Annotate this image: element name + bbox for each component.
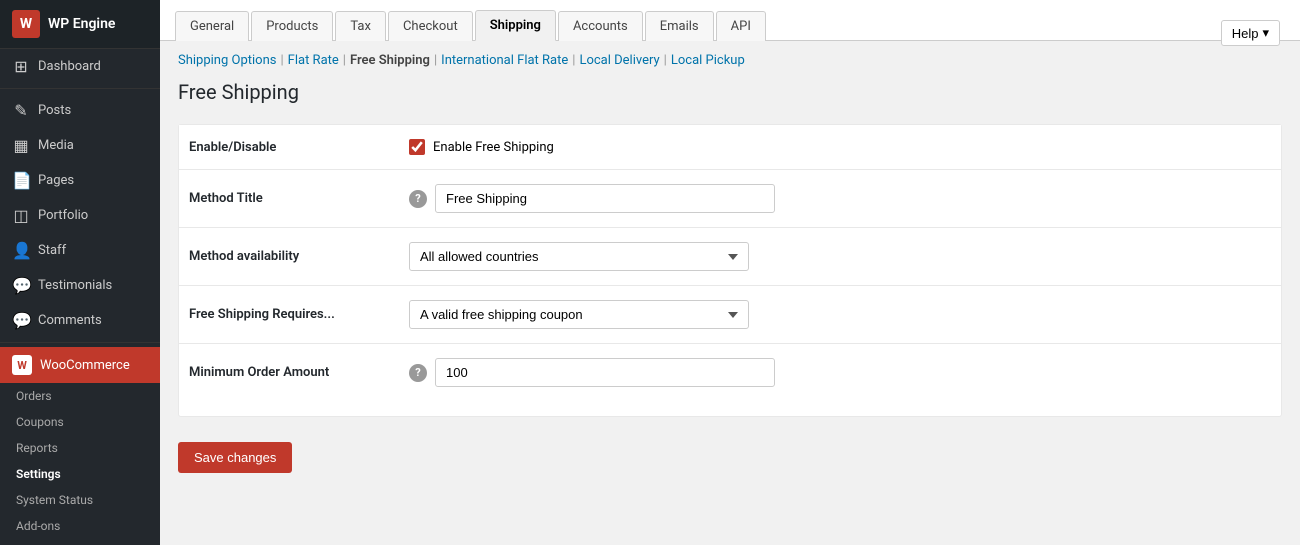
method-title-input[interactable]: [435, 184, 775, 213]
content-area: Shipping Options | Flat Rate | Free Ship…: [160, 41, 1300, 485]
page-title: Free Shipping: [178, 80, 1282, 104]
sidebar-logo-text: WP Engine: [48, 16, 115, 32]
tab-tax[interactable]: Tax: [335, 11, 386, 41]
sidebar-sub-add-ons[interactable]: Add-ons: [0, 513, 160, 539]
sidebar-divider-2: [0, 342, 160, 343]
form-row-method-availability: Method availability All allowed countrie…: [179, 228, 1281, 286]
sidebar-item-label: Testimonials: [38, 278, 112, 293]
staff-icon: 👤: [12, 241, 30, 260]
sidebar-logo[interactable]: W WP Engine: [0, 0, 160, 49]
enable-free-shipping-checkbox[interactable]: [409, 139, 425, 155]
method-title-help-icon[interactable]: ?: [409, 190, 427, 208]
testimonials-icon: 💬: [12, 276, 30, 295]
sidebar-item-staff[interactable]: 👤 Staff: [0, 233, 160, 268]
sidebar-item-label: Portfolio: [38, 208, 88, 223]
sidebar-divider: [0, 88, 160, 89]
chevron-down-icon: ▾: [1262, 25, 1269, 41]
help-button[interactable]: Help ▾: [1221, 20, 1280, 46]
sidebar: W WP Engine ⊞ Dashboard ✎ Posts ▦ Media …: [0, 0, 160, 545]
sidebar-item-label: Dashboard: [38, 59, 101, 74]
posts-icon: ✎: [12, 101, 30, 120]
form-row-minimum-order-amount: Minimum Order Amount ?: [179, 344, 1281, 401]
sidebar-item-label: Media: [38, 138, 74, 153]
form-section: Enable/Disable Enable Free Shipping Meth…: [178, 124, 1282, 417]
minimum-order-amount-input[interactable]: [435, 358, 775, 387]
portfolio-icon: ◫: [12, 206, 30, 225]
breadcrumb-shipping-options[interactable]: Shipping Options: [178, 53, 276, 68]
label-method-availability: Method availability: [189, 249, 409, 264]
free-shipping-requires-select[interactable]: N/A A valid free shipping coupon A minim…: [409, 300, 749, 329]
main-content: Help ▾ General Products Tax Checkout Shi…: [160, 0, 1300, 545]
tab-products[interactable]: Products: [251, 11, 333, 41]
breadcrumb-free-shipping: Free Shipping: [350, 53, 430, 68]
dashboard-icon: ⊞: [12, 57, 30, 76]
form-row-enable-disable: Enable/Disable Enable Free Shipping: [179, 125, 1281, 170]
save-changes-button[interactable]: Save changes: [178, 442, 292, 473]
sidebar-item-woocommerce[interactable]: W WooCommerce: [0, 347, 160, 383]
label-enable-disable: Enable/Disable: [189, 140, 409, 155]
media-icon: ▦: [12, 136, 30, 155]
control-minimum-order-amount: ?: [409, 358, 775, 387]
sidebar-sub-system-status[interactable]: System Status: [0, 487, 160, 513]
tab-api[interactable]: API: [716, 11, 766, 41]
breadcrumb-local-delivery[interactable]: Local Delivery: [579, 53, 659, 68]
control-free-shipping-requires: N/A A valid free shipping coupon A minim…: [409, 300, 749, 329]
woocommerce-icon: W: [12, 355, 32, 375]
sidebar-item-label: Pages: [38, 173, 74, 188]
sidebar-item-label: Comments: [38, 313, 102, 328]
tab-general[interactable]: General: [175, 11, 249, 41]
sidebar-sub-settings[interactable]: Settings: [0, 461, 160, 487]
breadcrumb: Shipping Options | Flat Rate | Free Ship…: [178, 53, 1282, 68]
control-method-title: ?: [409, 184, 775, 213]
sidebar-item-testimonials[interactable]: 💬 Testimonials: [0, 268, 160, 303]
label-method-title: Method Title: [189, 191, 409, 206]
breadcrumb-flat-rate[interactable]: Flat Rate: [288, 53, 339, 68]
sidebar-sub-orders[interactable]: Orders: [0, 383, 160, 409]
tab-shipping[interactable]: Shipping: [475, 10, 556, 41]
sidebar-sub-reports[interactable]: Reports: [0, 435, 160, 461]
wp-engine-logo-icon: W: [12, 10, 40, 38]
sidebar-item-dashboard[interactable]: ⊞ Dashboard: [0, 49, 160, 84]
form-row-method-title: Method Title ?: [179, 170, 1281, 228]
minimum-order-help-icon[interactable]: ?: [409, 364, 427, 382]
control-enable-disable: Enable Free Shipping: [409, 139, 554, 155]
sidebar-item-posts[interactable]: ✎ Posts: [0, 93, 160, 128]
breadcrumb-local-pickup[interactable]: Local Pickup: [671, 53, 745, 68]
control-method-availability: All allowed countries Specific countries: [409, 242, 749, 271]
sidebar-item-portfolio[interactable]: ◫ Portfolio: [0, 198, 160, 233]
tab-emails[interactable]: Emails: [645, 11, 714, 41]
tabs-bar: General Products Tax Checkout Shipping A…: [160, 0, 1300, 41]
sidebar-item-label: Staff: [38, 243, 66, 258]
sidebar-item-pages[interactable]: 📄 Pages: [0, 163, 160, 198]
label-minimum-order-amount: Minimum Order Amount: [189, 365, 409, 380]
comments-icon: 💬: [12, 311, 30, 330]
woocommerce-label: WooCommerce: [40, 358, 130, 373]
form-row-free-shipping-requires: Free Shipping Requires... N/A A valid fr…: [179, 286, 1281, 344]
sidebar-item-media[interactable]: ▦ Media: [0, 128, 160, 163]
label-free-shipping-requires: Free Shipping Requires...: [189, 307, 409, 322]
sidebar-item-comments[interactable]: 💬 Comments: [0, 303, 160, 338]
pages-icon: 📄: [12, 171, 30, 190]
method-availability-select[interactable]: All allowed countries Specific countries: [409, 242, 749, 271]
sidebar-item-label: Posts: [38, 103, 71, 118]
breadcrumb-international-flat-rate[interactable]: International Flat Rate: [441, 53, 568, 68]
tab-accounts[interactable]: Accounts: [558, 11, 643, 41]
enable-free-shipping-label[interactable]: Enable Free Shipping: [433, 140, 554, 155]
tab-checkout[interactable]: Checkout: [388, 11, 473, 41]
sidebar-sub-coupons[interactable]: Coupons: [0, 409, 160, 435]
